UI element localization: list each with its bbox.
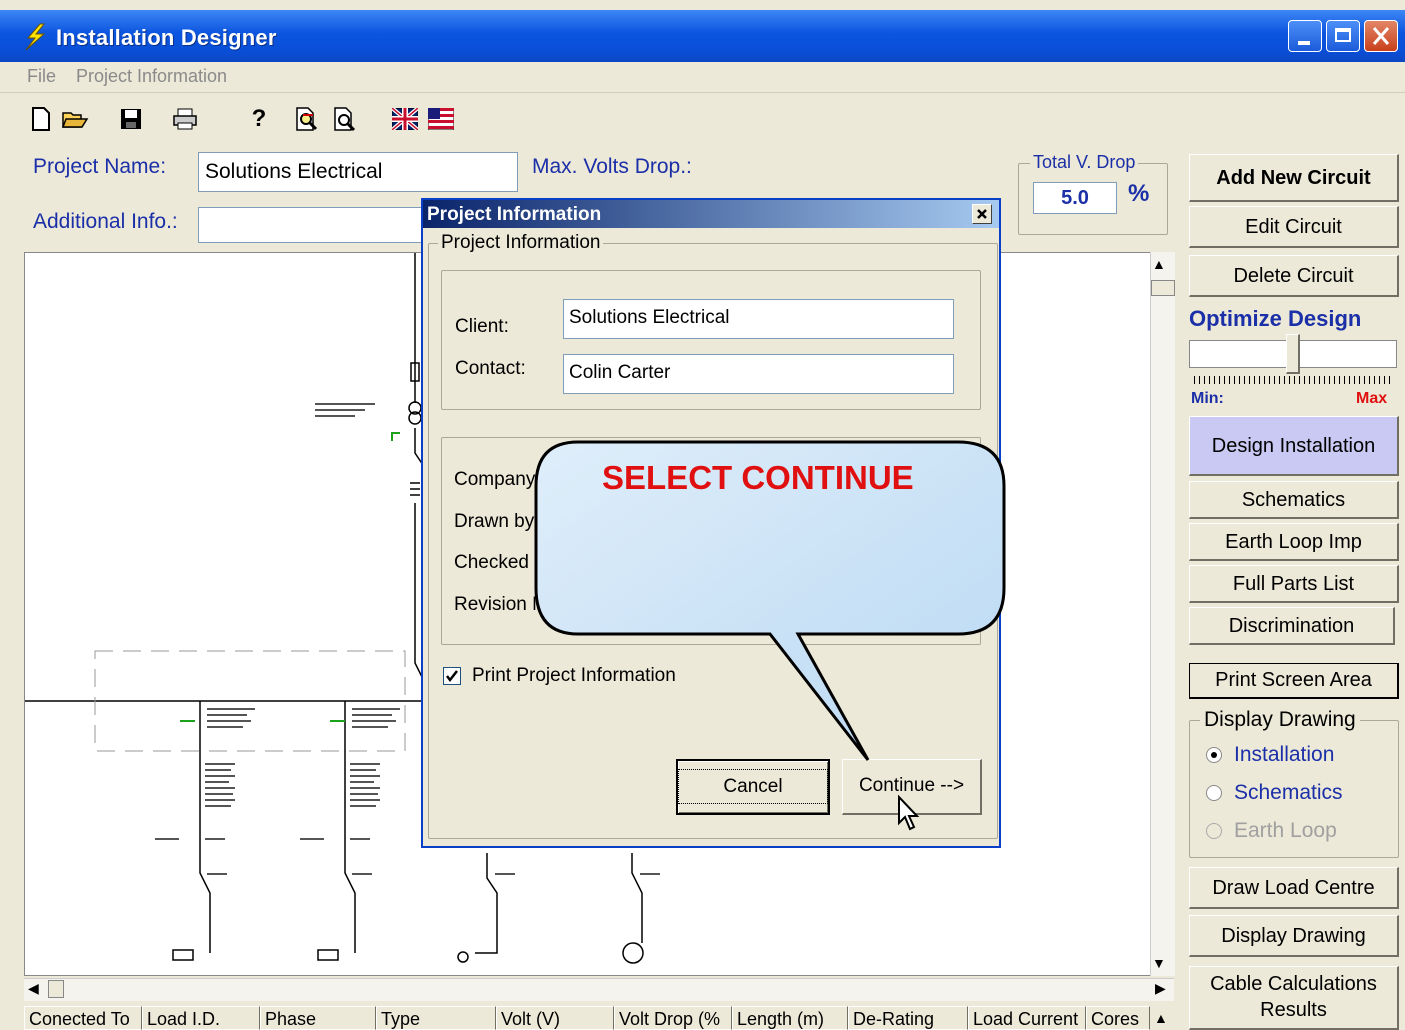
us-flag-icon[interactable] <box>426 104 456 134</box>
optimize-design-label: Optimize Design <box>1189 306 1362 331</box>
radio-earth-loop[interactable] <box>1206 823 1222 839</box>
column-length[interactable]: Length (m) <box>732 1006 848 1030</box>
callout-text: SELECT CONTINUE <box>602 459 914 496</box>
help-icon[interactable]: ? <box>244 104 274 134</box>
column-volt[interactable]: Volt (V) <box>496 1006 614 1030</box>
add-new-circuit-button[interactable]: Add New Circuit <box>1189 154 1399 202</box>
column-type[interactable]: Type <box>376 1006 496 1030</box>
draw-load-centre-button[interactable]: Draw Load Centre <box>1189 867 1399 909</box>
display-drawing-button[interactable]: Display Drawing <box>1189 915 1399 957</box>
column-volt-drop[interactable]: Volt Drop (% <box>614 1006 732 1030</box>
column-phase[interactable]: Phase <box>260 1006 376 1030</box>
scroll-up-arrow-icon[interactable]: ▲ <box>1152 256 1166 272</box>
contact-label: Contact: <box>455 358 526 379</box>
scroll-left-arrow-icon[interactable]: ◀ <box>28 980 39 997</box>
max-volts-drop-label: Max. Volts Drop.: <box>532 155 692 178</box>
slider-min-label: Min: <box>1191 390 1224 407</box>
edit-circuit-button[interactable]: Edit Circuit <box>1189 206 1399 248</box>
contact-input[interactable]: Colin Carter <box>563 354 954 394</box>
close-button[interactable] <box>1364 20 1398 52</box>
column-de-rating[interactable]: De-Rating <box>848 1006 968 1030</box>
table-scroll-up-icon[interactable]: ▲ <box>1154 1010 1168 1026</box>
additional-info-input[interactable] <box>198 207 428 243</box>
project-name-input[interactable]: Solutions Electrical <box>198 152 518 192</box>
client-input[interactable]: Solutions Electrical <box>563 299 954 339</box>
menu-file[interactable]: File <box>27 66 56 87</box>
cable-calculations-results-button[interactable]: Cable Calculations Results <box>1189 966 1399 1030</box>
uk-flag-icon[interactable] <box>390 104 420 134</box>
dialog-title: Project Information <box>427 204 602 225</box>
print-preview-icon[interactable] <box>292 104 322 134</box>
total-v-drop-value: 5.0 <box>1033 182 1117 214</box>
optimize-slider-thumb[interactable] <box>1286 334 1300 374</box>
horizontal-scroll-thumb[interactable] <box>48 980 64 998</box>
check-icon <box>446 670 458 683</box>
dialog-group-label: Project Information <box>438 232 604 254</box>
radio-installation-label[interactable]: Installation <box>1234 743 1334 767</box>
preview-page-icon[interactable] <box>330 104 360 134</box>
radio-schematics[interactable] <box>1206 785 1222 801</box>
close-icon <box>977 209 987 219</box>
drawn-by-label: Drawn by: <box>454 511 540 532</box>
print-screen-area-button[interactable]: Print Screen Area <box>1189 663 1399 699</box>
open-folder-icon[interactable] <box>60 104 90 134</box>
print-project-info-checkbox[interactable] <box>443 667 461 685</box>
delete-circuit-button[interactable]: Delete Circuit <box>1189 255 1399 297</box>
company-label: Company <box>454 469 536 490</box>
design-installation-button[interactable]: Design Installation <box>1189 416 1399 476</box>
column-load-current[interactable]: Load Current <box>968 1006 1086 1030</box>
project-name-label: Project Name: <box>33 155 167 178</box>
cable-calculations-line2: Results <box>1260 999 1327 1021</box>
column-load-id[interactable]: Load I.D. <box>142 1006 260 1030</box>
radio-installation[interactable] <box>1206 747 1222 763</box>
scroll-down-arrow-icon[interactable]: ▼ <box>1152 955 1166 971</box>
column-cores[interactable]: Cores <box>1086 1006 1150 1030</box>
scroll-right-arrow-icon[interactable]: ▶ <box>1155 980 1166 997</box>
earth-loop-imp-button[interactable]: Earth Loop Imp <box>1189 523 1399 561</box>
slider-max-label: Max <box>1356 390 1388 407</box>
cable-calculations-line1: Cable Calculations <box>1210 973 1377 995</box>
save-icon[interactable] <box>116 104 146 134</box>
vertical-scroll-thumb[interactable] <box>1151 280 1175 296</box>
minimize-button[interactable] <box>1288 20 1322 52</box>
total-v-drop-label: Total V. Drop <box>1030 152 1139 173</box>
dialog-close-button[interactable] <box>972 204 992 224</box>
schematics-button[interactable]: Schematics <box>1189 481 1399 519</box>
client-label: Client: <box>455 316 509 337</box>
radio-schematics-label[interactable]: Schematics <box>1234 781 1343 805</box>
maximize-button[interactable] <box>1326 20 1360 52</box>
full-parts-list-button[interactable]: Full Parts List <box>1189 565 1399 603</box>
new-document-icon[interactable] <box>26 104 56 134</box>
window-title: Installation Designer <box>56 25 277 50</box>
column-conected-to[interactable]: Conected To <box>24 1006 142 1030</box>
percent-unit: % <box>1128 180 1150 207</box>
vertical-scrollbar[interactable] <box>1150 252 1175 976</box>
lightning-app-icon <box>22 22 48 57</box>
mouse-cursor-icon <box>898 795 920 831</box>
radio-earth-loop-label[interactable]: Earth Loop <box>1234 819 1337 843</box>
discrimination-button[interactable]: Discrimination <box>1189 607 1395 645</box>
cancel-button-label: Cancel <box>678 769 828 804</box>
checked-label: Checked <box>454 552 529 573</box>
display-drawing-group-label: Display Drawing <box>1200 708 1360 732</box>
additional-info-label: Additional Info.: <box>33 210 178 233</box>
slider-ticks <box>1194 376 1390 384</box>
horizontal-scrollbar[interactable] <box>24 978 1174 1001</box>
menu-project-information[interactable]: Project Information <box>76 66 227 87</box>
print-icon[interactable] <box>170 104 200 134</box>
